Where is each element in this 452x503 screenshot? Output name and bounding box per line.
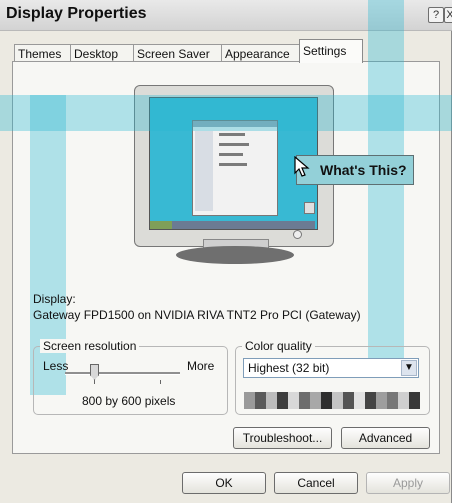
tab-settings[interactable]: Settings	[299, 39, 363, 63]
chevron-down-icon[interactable]: ▼	[401, 360, 417, 376]
advanced-button[interactable]: Advanced	[341, 427, 430, 449]
color-quality-value: Highest (32 bit)	[248, 361, 330, 375]
cancel-button[interactable]: Cancel	[274, 472, 358, 494]
monitor-screen	[149, 97, 318, 230]
tab-desktop[interactable]: Desktop	[70, 44, 134, 62]
display-device-text: Gateway FPD1500 on NVIDIA RIVA TNT2 Pro …	[33, 308, 361, 322]
color-quality-title: Color quality	[242, 339, 315, 353]
resolution-slider-track[interactable]	[65, 372, 180, 375]
display-properties-window: Display Properties ? X Themes Desktop Sc…	[0, 0, 452, 503]
recycle-bin-icon	[304, 202, 315, 214]
color-quality-select[interactable]: Highest (32 bit) ▼	[243, 358, 419, 378]
ok-button[interactable]: OK	[182, 472, 266, 494]
help-button[interactable]: ?	[428, 7, 444, 23]
resolution-more-label: More	[187, 359, 215, 373]
tab-themes[interactable]: Themes	[14, 44, 71, 62]
color-preview-bar	[244, 392, 420, 409]
slider-tick	[160, 380, 161, 384]
tab-screen-saver[interactable]: Screen Saver	[133, 44, 222, 62]
preview-window	[192, 120, 278, 216]
screen-resolution-title: Screen resolution	[40, 339, 140, 353]
apply-button[interactable]: Apply	[366, 472, 450, 494]
window-title: Display Properties	[6, 5, 147, 22]
monitor-stand	[176, 246, 294, 264]
title-bar[interactable]: Display Properties ? X	[0, 0, 452, 31]
resolution-value: 800 by 600 pixels	[82, 394, 176, 408]
troubleshoot-button[interactable]: Troubleshoot...	[233, 427, 332, 449]
whats-this-tooltip[interactable]: What's This?	[296, 155, 414, 185]
slider-tick	[94, 380, 95, 384]
display-label: Display:	[33, 292, 76, 306]
preview-taskbar	[150, 221, 315, 229]
close-button[interactable]: X	[444, 7, 452, 23]
monitor-power-led	[293, 230, 302, 239]
mouse-cursor-icon	[294, 156, 310, 177]
resolution-less-label: Less	[43, 359, 69, 373]
tab-appearance[interactable]: Appearance	[221, 44, 300, 62]
